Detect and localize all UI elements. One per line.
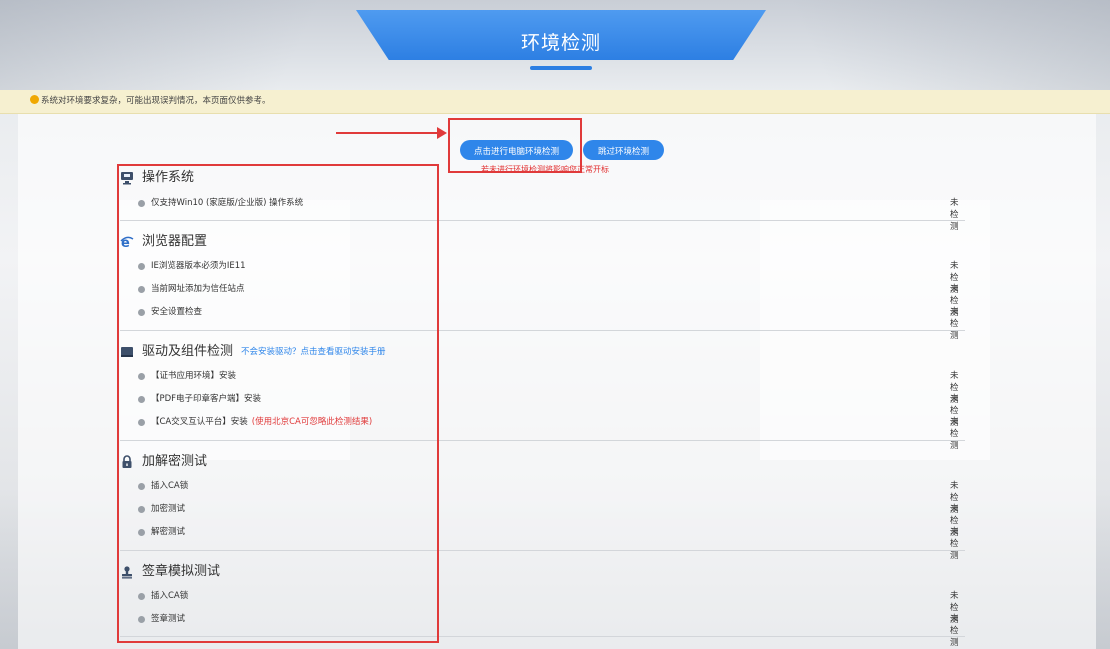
annotation-arrow [336, 132, 438, 134]
check-status: 未检测 [950, 198, 959, 232]
check-status: 未检测 [950, 527, 959, 561]
highlight-box-sections [117, 164, 439, 643]
header-tab-indicator [530, 66, 592, 70]
notice-bar: 系统对环境要求复杂，可能出现误判情况，本页面仅供参考。 [0, 90, 1110, 114]
skip-check-button[interactable]: 跳过环境检测 [583, 140, 664, 160]
warning-icon [30, 95, 39, 104]
check-status: 未检测 [950, 614, 959, 648]
page-title: 环境检测 [520, 32, 601, 54]
background-beam-right [790, 0, 1110, 90]
highlight-box-buttons [448, 118, 582, 173]
arrow-head-icon [437, 127, 447, 139]
check-status: 未检测 [950, 307, 959, 341]
check-status: 未检测 [950, 417, 959, 451]
background-beam-left [0, 0, 320, 90]
notice-text: 系统对环境要求复杂，可能出现误判情况，本页面仅供参考。 [41, 96, 271, 106]
